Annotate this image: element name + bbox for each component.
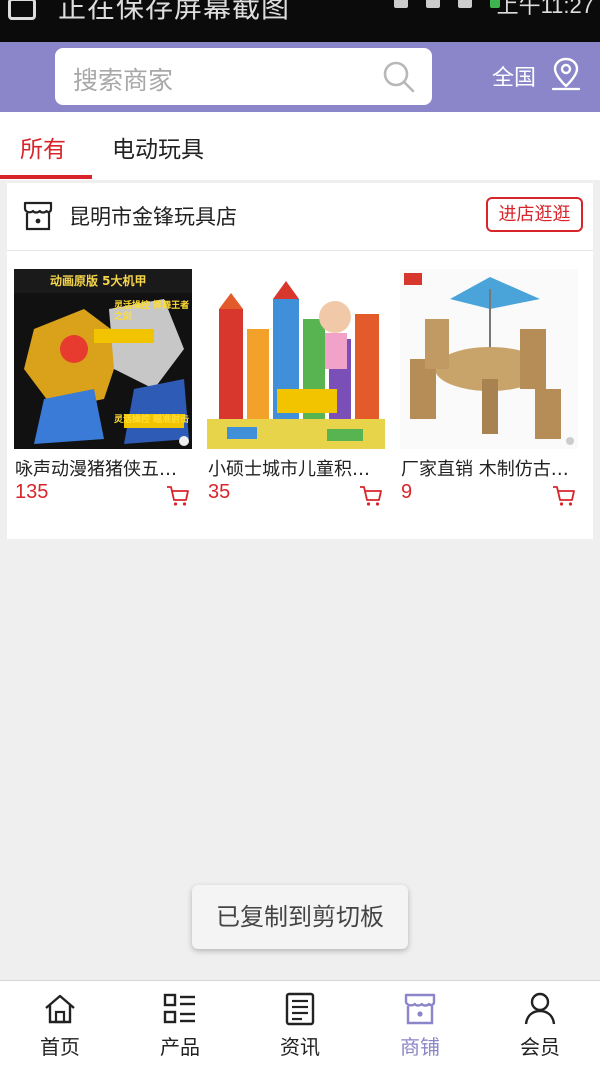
nav-label: 资讯 bbox=[280, 1035, 320, 1059]
status-notification: 正在保存屏幕截图 bbox=[8, 0, 290, 26]
product-image[interactable] bbox=[400, 269, 578, 449]
tab-electric-toys[interactable]: 电动玩具 bbox=[112, 130, 204, 164]
product-price: 35 bbox=[208, 481, 231, 503]
store-card: 昆明市金锋玩具店 进店逛逛 动画原版 5大机甲 灵活操控 挥舞王者之剑 灵活操控… bbox=[7, 183, 593, 539]
product-card[interactable]: 厂家直销 木制仿古桌椅 9 bbox=[400, 269, 578, 519]
store-header: 昆明市金锋玩具店 进店逛逛 bbox=[7, 183, 593, 251]
nav-home[interactable]: 首页 bbox=[0, 981, 120, 1067]
nav-news[interactable]: 资讯 bbox=[240, 981, 360, 1067]
active-tab-indicator bbox=[0, 175, 92, 179]
nav-products[interactable]: 产品 bbox=[120, 981, 240, 1067]
screenshot-icon bbox=[8, 0, 36, 20]
product-name[interactable]: 小硕士城市儿童积木玩具 bbox=[208, 455, 384, 481]
wooden-table-image bbox=[400, 269, 578, 449]
product-name[interactable]: 厂家直销 木制仿古桌椅 bbox=[401, 455, 577, 481]
status-clock: 上午11:27 bbox=[496, 0, 594, 18]
cart-icon[interactable] bbox=[552, 485, 576, 507]
bottom-nav: 首页 产品 资讯 商铺 会员 bbox=[0, 980, 600, 1067]
nav-label: 首页 bbox=[40, 1035, 80, 1059]
search-input[interactable]: 搜索商家 bbox=[55, 48, 432, 105]
nav-label: 产品 bbox=[160, 1035, 200, 1059]
product-image[interactable]: 动画原版 5大机甲 灵活操控 挥舞王者之剑 灵活操控 瞄准射击 bbox=[14, 269, 192, 449]
user-icon bbox=[524, 992, 556, 1025]
app-header: 搜索商家 全国 bbox=[0, 42, 600, 112]
store-icon bbox=[23, 201, 53, 231]
search-icon bbox=[383, 61, 415, 93]
image-caption: 动画原版 5大机甲 bbox=[50, 274, 147, 288]
cart-icon[interactable] bbox=[166, 485, 190, 507]
tab-all[interactable]: 所有 bbox=[20, 130, 66, 164]
status-bar: 正在保存屏幕截图 上午11:27 bbox=[0, 0, 600, 42]
mute-icon bbox=[394, 0, 408, 8]
news-icon bbox=[285, 992, 315, 1026]
nav-shops[interactable]: 商铺 bbox=[360, 981, 480, 1067]
product-card[interactable]: 动画原版 5大机甲 灵活操控 挥舞王者之剑 灵活操控 瞄准射击 咏声动漫猪猪侠五… bbox=[14, 269, 192, 519]
cart-icon[interactable] bbox=[359, 485, 383, 507]
product-price: 135 bbox=[15, 481, 49, 503]
nav-label: 会员 bbox=[520, 1035, 560, 1059]
building-blocks-image bbox=[207, 269, 385, 449]
product-card[interactable]: 小硕士城市儿童积木玩具 35 bbox=[207, 269, 385, 519]
status-icons bbox=[394, 0, 500, 8]
home-icon bbox=[45, 994, 75, 1024]
nav-member[interactable]: 会员 bbox=[480, 981, 600, 1067]
sim-icon bbox=[458, 0, 472, 8]
grid-list-icon bbox=[163, 993, 195, 1024]
product-name[interactable]: 咏声动漫猪猪侠五灵锁玩具 bbox=[15, 455, 191, 481]
enter-store-button[interactable]: 进店逛逛 bbox=[486, 197, 583, 232]
region-selector[interactable]: 全国 bbox=[492, 60, 536, 92]
image-badge: 灵活操控 瞄准射击 bbox=[114, 415, 190, 425]
toast-message: 已复制到剪切板 bbox=[192, 885, 408, 949]
search-placeholder: 搜索商家 bbox=[73, 66, 174, 95]
image-badge: 灵活操控 挥舞王者之剑 bbox=[114, 301, 190, 322]
location-pin-icon[interactable] bbox=[550, 56, 582, 92]
product-image[interactable] bbox=[207, 269, 385, 449]
notification-text: 正在保存屏幕截图 bbox=[58, 0, 291, 24]
store-name[interactable]: 昆明市金锋玩具店 bbox=[69, 201, 237, 231]
product-price: 9 bbox=[401, 481, 413, 503]
shop-icon bbox=[404, 993, 436, 1025]
nav-label: 商铺 bbox=[400, 1035, 440, 1059]
category-tabs: 所有 电动玩具 bbox=[0, 112, 600, 180]
wifi-icon bbox=[426, 0, 440, 8]
